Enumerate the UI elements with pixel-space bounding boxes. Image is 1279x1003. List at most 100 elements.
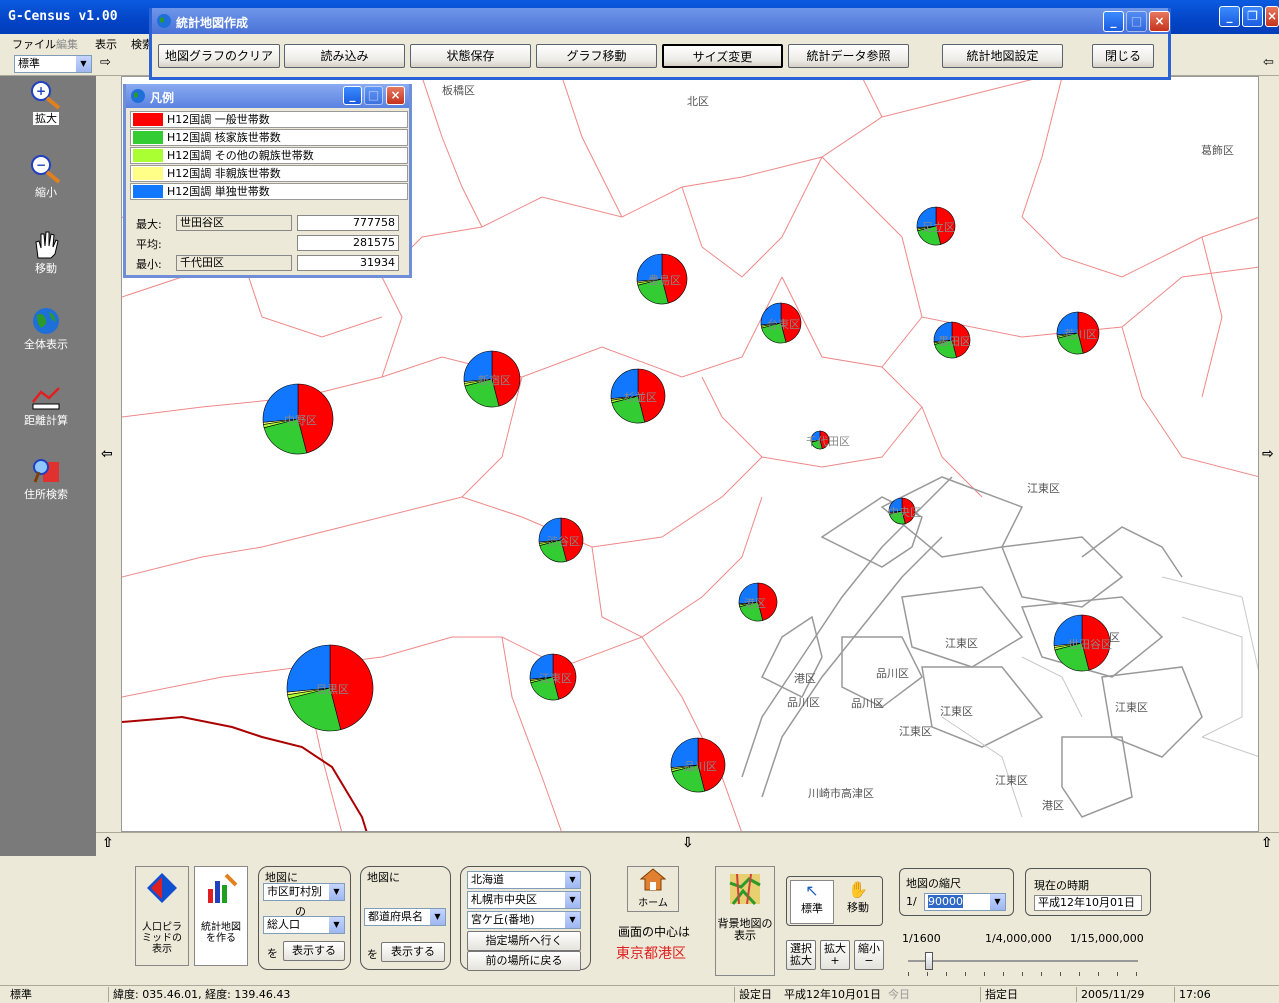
prefecture-select[interactable]: 北海道 ▼ bbox=[467, 871, 581, 889]
scroll-bottom-bar: ⇧ ⇩ ⇧ bbox=[96, 832, 1279, 856]
avg-label: 平均: bbox=[136, 238, 162, 251]
chevron-down-icon: ▼ bbox=[430, 909, 445, 925]
hand-icon bbox=[35, 231, 59, 259]
stat-map-window: 統計地図作成 _ □ × 地図グラフのクリア 読み込み 状態保存 グラフ移動 サ… bbox=[149, 8, 1171, 80]
back-location-button[interactable]: 前の場所に戻る bbox=[467, 951, 581, 971]
city-select[interactable]: 札幌市中央区 ▼ bbox=[467, 891, 581, 909]
left-arrow-icon[interactable]: ⇦ bbox=[101, 446, 113, 462]
goto-location-button[interactable]: 指定場所へ行く bbox=[467, 931, 581, 951]
pan-tool[interactable]: 移動 bbox=[10, 230, 82, 276]
town-select[interactable]: 宮ケ丘(番地) ▼ bbox=[467, 911, 581, 929]
select-zoom-button[interactable]: 選択拡大 bbox=[786, 940, 816, 970]
max-label: 最大: bbox=[136, 218, 162, 231]
label-wo: を bbox=[367, 948, 378, 961]
pref-name-select[interactable]: 都道府県名 ▼ bbox=[364, 908, 446, 926]
status-coords: 緯度: 035.46.01, 経度: 139.46.43 bbox=[108, 987, 732, 1002]
status-mode: 標準 bbox=[10, 988, 32, 1001]
ward-label: 杉並区 bbox=[624, 391, 657, 404]
app-title: G-Census v1.00 bbox=[8, 9, 118, 24]
ward-label: 中央区 bbox=[888, 506, 921, 519]
address-search-tool[interactable]: 住所検索 bbox=[10, 456, 82, 502]
move-graph-button[interactable]: グラフ移動 bbox=[536, 44, 657, 68]
center-value: 東京都港区 bbox=[616, 946, 686, 962]
menu-file[interactable]: ファイル bbox=[12, 36, 56, 52]
menu-edit[interactable]: 編集 bbox=[56, 36, 78, 52]
bottom-control-panel: 人口ピラミッドの表示 統計地図を作る 地図に 市区町村別 ▼ の 総人口 ▼ を 表… bbox=[0, 856, 1279, 985]
minimize-icon[interactable]: _ bbox=[1219, 6, 1240, 27]
globe-icon bbox=[131, 89, 145, 103]
close-icon[interactable]: × bbox=[386, 86, 405, 105]
status-set-date: 平成12年10月01日 bbox=[784, 988, 881, 1001]
population-pyramid-button[interactable]: 人口ピラミッドの表示 bbox=[135, 866, 189, 966]
legend-item: H12国調 核家族世帯数 bbox=[130, 129, 408, 146]
clear-graph-button[interactable]: 地図グラフのクリア bbox=[158, 44, 280, 68]
full-view-tool[interactable]: 全体表示 bbox=[10, 306, 82, 352]
close-icon[interactable]: × bbox=[1149, 11, 1170, 32]
maximize-icon: □ bbox=[364, 86, 383, 105]
restore-icon[interactable]: ❐ bbox=[1242, 6, 1263, 27]
ward-label: 新宿区 bbox=[478, 374, 511, 387]
chevron-down-icon: ▼ bbox=[76, 56, 91, 72]
dock-arrow-icon[interactable]: ⇨ bbox=[100, 55, 111, 70]
address-search-icon bbox=[33, 459, 59, 483]
group-title: 地図に bbox=[367, 871, 400, 884]
home-icon bbox=[639, 868, 667, 891]
minimize-icon[interactable]: _ bbox=[343, 86, 362, 105]
minimize-icon[interactable]: _ bbox=[1103, 11, 1124, 32]
home-button[interactable]: ホーム bbox=[627, 866, 679, 912]
region-unit-select[interactable]: 市区町村別 ▼ bbox=[263, 883, 345, 901]
ward-label: 世田谷区 bbox=[1068, 638, 1112, 651]
status-set-date-label: 設定日 bbox=[734, 987, 778, 1002]
style-select[interactable]: 標準 ▼ bbox=[14, 55, 92, 73]
map-settings-button[interactable]: 統計地図設定 bbox=[942, 44, 1063, 68]
ward-label: 墨田区 bbox=[938, 335, 971, 348]
chart-icon bbox=[208, 873, 238, 903]
scroll-left-bar: ⇦ bbox=[96, 76, 121, 832]
menu-view[interactable]: 表示 bbox=[95, 36, 117, 52]
map-display-group: 地図に 市区町村別 ▼ の 総人口 ▼ を 表示する bbox=[258, 866, 351, 970]
close-button[interactable]: 閉じる bbox=[1092, 44, 1154, 68]
hand-icon: ✋ bbox=[848, 880, 868, 899]
svg-text:−: − bbox=[36, 158, 46, 172]
map-icon bbox=[729, 873, 761, 906]
zoom-in-icon: + bbox=[31, 81, 61, 110]
corner-icon[interactable]: ⇧ bbox=[102, 835, 114, 851]
scale-title: 地図の縮尺 bbox=[906, 877, 961, 890]
scale-slider-ticks bbox=[908, 972, 1138, 976]
zoom-in-tool[interactable]: + 拡大 bbox=[10, 80, 82, 126]
globe-icon bbox=[157, 14, 171, 28]
ward-label: 足立区 bbox=[922, 221, 955, 234]
pyramid-icon bbox=[147, 873, 177, 903]
mode-group: ↖ 標準 ✋ 移動 bbox=[786, 876, 883, 926]
scale-select[interactable]: 90000 ▼ bbox=[924, 893, 1006, 911]
make-stat-map-button[interactable]: 統計地図を作る bbox=[194, 866, 248, 966]
distance-tool[interactable]: 距離計算 bbox=[10, 382, 82, 428]
scale-slider-thumb[interactable] bbox=[925, 952, 933, 970]
resize-button[interactable]: サイズ変更 bbox=[662, 44, 783, 68]
zoom-in-button[interactable]: 拡大+ bbox=[820, 940, 850, 970]
corner-icon[interactable]: ⇧ bbox=[1261, 835, 1273, 851]
status-time: 17:06 bbox=[1174, 987, 1274, 1002]
status-date: 2005/11/29 bbox=[1076, 987, 1172, 1002]
max-name: 世田谷区 bbox=[176, 215, 292, 231]
close-icon[interactable]: × bbox=[1265, 6, 1279, 27]
display-button[interactable]: 表示する bbox=[283, 941, 345, 961]
zoom-out-button[interactable]: 縮小− bbox=[854, 940, 884, 970]
right-arrow-icon[interactable]: ⇦ bbox=[1263, 55, 1274, 70]
ward-label: 目黒区 bbox=[316, 683, 349, 696]
stat-item-select[interactable]: 総人口 ▼ bbox=[263, 916, 345, 934]
right-arrow-icon[interactable]: ⇨ bbox=[1262, 446, 1274, 462]
move-mode-button[interactable]: ✋ 移動 bbox=[836, 880, 880, 924]
standard-mode-button[interactable]: ↖ 標準 bbox=[790, 880, 834, 924]
zoom-out-tool[interactable]: − 縮小 bbox=[10, 154, 82, 200]
stat-data-button[interactable]: 統計データ参照 bbox=[788, 44, 909, 68]
display-button[interactable]: 表示する bbox=[381, 942, 445, 962]
down-arrow-icon[interactable]: ⇩ bbox=[682, 835, 694, 851]
save-state-button[interactable]: 状態保存 bbox=[410, 44, 531, 68]
tool-panel: + 拡大 − 縮小 移動 全体表示 距離計算 住所検索 bbox=[0, 76, 96, 856]
status-bar: 標準 緯度: 035.46.01, 経度: 139.46.43 設定日 平成12… bbox=[0, 985, 1279, 1003]
legend-swatch bbox=[133, 131, 163, 144]
background-map-button[interactable]: 背景地図の表示 bbox=[715, 866, 775, 976]
load-button[interactable]: 読み込み bbox=[284, 44, 405, 68]
status-specified: 指定日 bbox=[980, 987, 1074, 1002]
